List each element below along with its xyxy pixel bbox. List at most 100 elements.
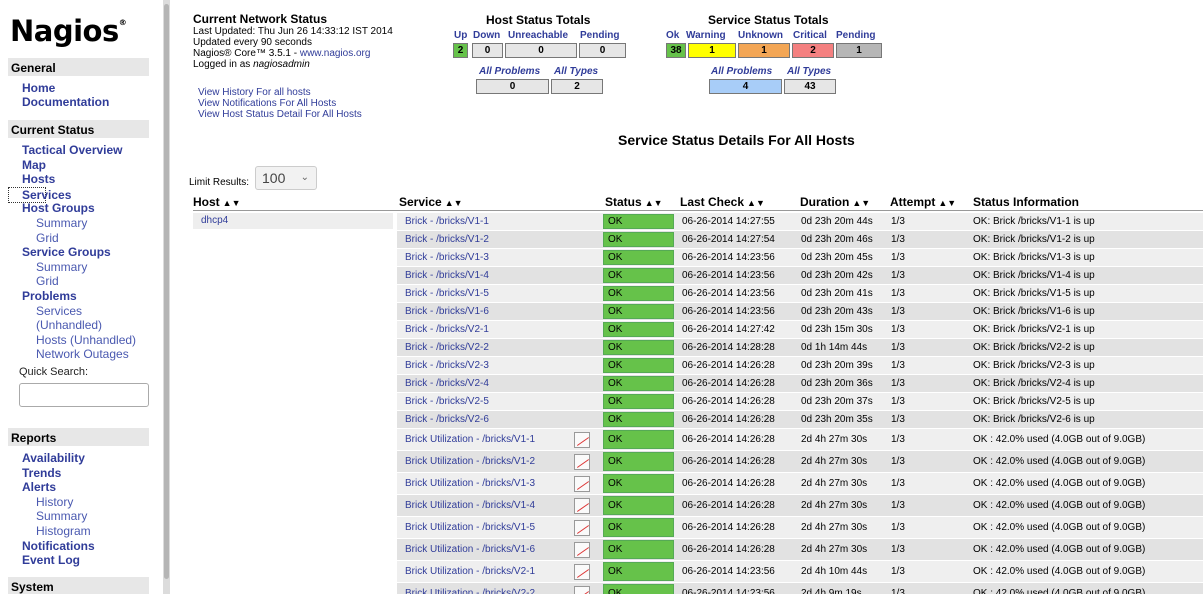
- scrollbar-thumb[interactable]: [164, 4, 169, 579]
- nav-item-summary[interactable]: Summary: [36, 509, 87, 523]
- nav-documentation[interactable]: Documentation: [22, 95, 109, 109]
- sort-arrows-icon[interactable]: ▲▼: [645, 198, 663, 208]
- nav-home[interactable]: Home: [22, 81, 55, 95]
- service-link[interactable]: Brick - /bricks/V1-3: [405, 249, 489, 266]
- nav-item-network-outages[interactable]: Network Outages: [36, 347, 129, 361]
- nav-item-event-log[interactable]: Event Log: [22, 553, 80, 567]
- service-ok-header[interactable]: Ok: [666, 30, 679, 41]
- quick-search-input[interactable]: [19, 383, 149, 407]
- service-ok-count[interactable]: 38: [666, 43, 686, 58]
- host-all-problems-link[interactable]: All Problems: [479, 66, 540, 77]
- service-link[interactable]: Brick - /bricks/V1-4: [405, 267, 489, 284]
- sort-arrows-icon[interactable]: ▲▼: [852, 198, 870, 208]
- host-up-count[interactable]: 2: [453, 43, 468, 58]
- host-up-header[interactable]: Up: [454, 30, 467, 41]
- host-pending-header[interactable]: Pending: [580, 30, 619, 41]
- service-link[interactable]: Brick Utilization - /bricks/V1-6: [405, 539, 535, 560]
- col-attempt[interactable]: Attempt ▲▼: [890, 195, 956, 209]
- service-link[interactable]: Brick Utilization - /bricks/V1-2: [405, 451, 535, 472]
- graph-icon[interactable]: [574, 563, 590, 580]
- service-link[interactable]: Brick - /bricks/V1-5: [405, 285, 489, 302]
- nav-item-problems[interactable]: Problems: [22, 289, 77, 303]
- nav-item-host-groups[interactable]: Host Groups: [22, 201, 95, 215]
- col-host[interactable]: Host ▲▼: [193, 195, 241, 209]
- frame-scrollbar[interactable]: [163, 0, 170, 594]
- host-down-header[interactable]: Down: [473, 30, 500, 41]
- service-link[interactable]: Brick - /bricks/V2-6: [405, 411, 489, 428]
- col-duration[interactable]: Duration ▲▼: [800, 195, 870, 209]
- service-link[interactable]: Brick Utilization - /bricks/V2-1: [405, 561, 535, 582]
- host-all-types-link[interactable]: All Types: [554, 66, 598, 77]
- host-down-count[interactable]: 0: [472, 43, 503, 58]
- nav-item-hosts-unhandled[interactable]: Hosts (Unhandled): [36, 333, 136, 347]
- view-notifications-link[interactable]: View Notifications For All Hosts: [198, 98, 362, 109]
- service-link[interactable]: Brick - /bricks/V1-2: [405, 231, 489, 248]
- service-critical-count[interactable]: 2: [792, 43, 834, 58]
- service-pending-count[interactable]: 1: [836, 43, 882, 58]
- nav-item-alerts[interactable]: Alerts: [22, 480, 56, 494]
- nav-item-histogram[interactable]: Histogram: [36, 524, 91, 538]
- service-link[interactable]: Brick - /bricks/V2-2: [405, 339, 489, 356]
- graph-link[interactable]: [573, 561, 591, 582]
- service-unknown-count[interactable]: 1: [738, 43, 790, 58]
- service-warning-count[interactable]: 1: [688, 43, 736, 58]
- nagios-site-link[interactable]: www.nagios.org: [300, 48, 371, 59]
- nav-item-grid[interactable]: Grid: [36, 274, 59, 288]
- service-link[interactable]: Brick Utilization - /bricks/V2-2: [405, 583, 535, 594]
- host-problems-count[interactable]: 0: [476, 79, 549, 94]
- sort-arrows-icon[interactable]: ▲▼: [938, 198, 956, 208]
- graph-link[interactable]: [573, 473, 591, 494]
- graph-icon[interactable]: [574, 585, 590, 594]
- col-service[interactable]: Service ▲▼: [399, 195, 463, 209]
- host-unreachable-header[interactable]: Unreachable: [508, 30, 568, 41]
- service-warning-header[interactable]: Warning: [686, 30, 726, 41]
- sort-arrows-icon[interactable]: ▲▼: [445, 198, 463, 208]
- nav-item-unhandled[interactable]: (Unhandled): [36, 318, 102, 332]
- graph-link[interactable]: [573, 495, 591, 516]
- graph-icon[interactable]: [574, 431, 590, 448]
- service-link[interactable]: Brick Utilization - /bricks/V1-1: [405, 429, 535, 450]
- limit-results-select[interactable]: 100 ⌄: [255, 166, 317, 190]
- col-status[interactable]: Status ▲▼: [605, 195, 663, 209]
- nav-item-service-groups[interactable]: Service Groups: [22, 245, 111, 259]
- service-types-count[interactable]: 43: [784, 79, 836, 94]
- nav-item-services[interactable]: Services: [8, 186, 71, 203]
- service-all-problems-link[interactable]: All Problems: [711, 66, 772, 77]
- graph-icon[interactable]: [574, 541, 590, 558]
- graph-link[interactable]: [573, 451, 591, 472]
- service-link[interactable]: Brick - /bricks/V2-1: [405, 321, 489, 338]
- graph-link[interactable]: [573, 539, 591, 560]
- nav-item-trends[interactable]: Trends: [22, 466, 61, 480]
- graph-link[interactable]: [573, 583, 591, 594]
- nav-item-services[interactable]: Services: [36, 304, 82, 318]
- host-pending-count[interactable]: 0: [579, 43, 626, 58]
- service-link[interactable]: Brick - /bricks/V1-1: [405, 213, 489, 230]
- nav-item-summary[interactable]: Summary: [36, 216, 87, 230]
- service-critical-header[interactable]: Critical: [793, 30, 827, 41]
- host-types-count[interactable]: 2: [551, 79, 603, 94]
- service-link[interactable]: Brick Utilization - /bricks/V1-3: [405, 473, 535, 494]
- service-problems-count[interactable]: 4: [709, 79, 782, 94]
- graph-icon[interactable]: [574, 497, 590, 514]
- graph-icon[interactable]: [574, 519, 590, 536]
- graph-icon[interactable]: [574, 475, 590, 492]
- service-link[interactable]: Brick - /bricks/V1-6: [405, 303, 489, 320]
- graph-icon[interactable]: [574, 453, 590, 470]
- service-link[interactable]: Brick Utilization - /bricks/V1-5: [405, 517, 535, 538]
- nav-item-tactical-overview[interactable]: Tactical Overview: [22, 143, 123, 157]
- graph-link[interactable]: [573, 517, 591, 538]
- service-all-types-link[interactable]: All Types: [787, 66, 831, 77]
- sort-arrows-icon[interactable]: ▲▼: [223, 198, 241, 208]
- service-pending-header[interactable]: Pending: [836, 30, 875, 41]
- service-link[interactable]: Brick - /bricks/V2-3: [405, 357, 489, 374]
- host-link[interactable]: dhcp4: [193, 213, 393, 229]
- nav-item-notifications[interactable]: Notifications: [22, 539, 95, 553]
- service-unknown-header[interactable]: Unknown: [738, 30, 783, 41]
- view-history-link[interactable]: View History For all hosts: [198, 87, 362, 98]
- service-link[interactable]: Brick - /bricks/V2-5: [405, 393, 489, 410]
- nav-item-grid[interactable]: Grid: [36, 231, 59, 245]
- nagios-logo[interactable]: Nagios®: [10, 14, 127, 48]
- nav-item-summary[interactable]: Summary: [36, 260, 87, 274]
- host-unreachable-count[interactable]: 0: [505, 43, 577, 58]
- nav-item-availability[interactable]: Availability: [22, 451, 85, 465]
